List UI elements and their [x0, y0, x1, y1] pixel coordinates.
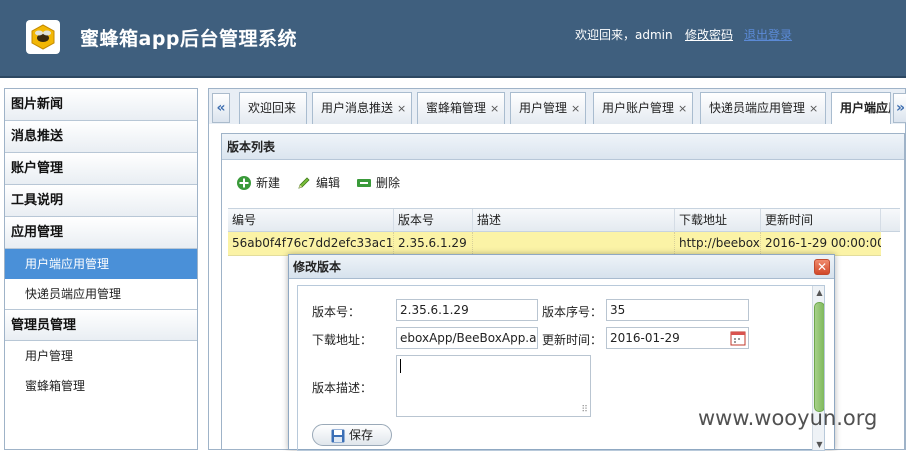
close-icon[interactable]: × — [809, 102, 818, 115]
logout-link[interactable]: 退出登录 — [744, 26, 792, 43]
scroll-up-icon[interactable]: ▲ — [813, 286, 824, 300]
tab-label: 欢迎回来 — [248, 101, 297, 115]
save-button-label: 保存 — [349, 428, 374, 442]
cell-version: 2.35.6.1.29 — [394, 232, 473, 256]
version-seq-input[interactable]: 35 — [606, 299, 749, 321]
tab-scroll-right-button[interactable]: » — [893, 93, 906, 123]
calendar-icon[interactable] — [730, 330, 746, 346]
change-password-link[interactable]: 修改密码 — [685, 26, 733, 43]
watermark: www.wooyun.org — [698, 406, 878, 430]
column-header-update-time[interactable]: 更新时间 — [761, 209, 881, 233]
add-icon — [237, 176, 251, 190]
app-title: 蜜蜂箱app后台管理系统 — [80, 28, 298, 50]
cell-id: 56ab0f4f76c7dd2efc33ac13 — [228, 232, 394, 256]
tab-user-app-management[interactable]: 用户端应用 — [831, 92, 891, 125]
app-header: 蜜蜂箱app后台管理系统 欢迎回来，admin 修改密码 退出登录 — [0, 0, 906, 78]
tab-label: 用户管理 — [519, 101, 568, 115]
sidebar-group-tool-instructions[interactable]: 工具说明 — [5, 185, 197, 217]
download-url-label: 下载地址： — [312, 333, 373, 347]
tab-label: 用户端应用 — [840, 101, 890, 115]
tab-label: 用户消息推送 — [321, 101, 394, 115]
column-header-description[interactable]: 描述 — [473, 209, 675, 233]
tab-label: 蜜蜂箱管理 — [426, 101, 487, 115]
update-time-value: 2016-01-29 — [610, 331, 680, 345]
cell-download-url: http://beebox — [675, 232, 761, 256]
new-button[interactable]: 新建 — [236, 174, 280, 192]
sidebar-group-picture-news[interactable]: 图片新闻 — [5, 89, 197, 121]
sidebar-item-user-management[interactable]: 用户管理 — [5, 341, 197, 371]
tab-user-management[interactable]: 用户管理 × — [510, 92, 586, 125]
update-time-input[interactable]: 2016-01-29 — [606, 327, 749, 349]
sidebar-group-app-management[interactable]: 应用管理 — [5, 217, 197, 249]
cell-update-time: 2016-1-29 00:00:00 — [765, 236, 881, 250]
description-textarea[interactable]: ⠿ — [396, 355, 591, 417]
update-time-label: 更新时间： — [542, 333, 603, 347]
close-icon[interactable]: ✕ — [814, 259, 830, 275]
grid-toolbar: 新建 编辑 删除 — [228, 168, 900, 198]
sidebar-item-user-app-management[interactable]: 用户端应用管理 — [5, 249, 197, 279]
resize-grip-icon[interactable]: ⠿ — [581, 406, 588, 415]
version-label: 版本号： — [312, 305, 361, 319]
tab-label: 快递员端应用管理 — [709, 101, 806, 115]
sidebar-group-admin-management[interactable]: 管理员管理 — [5, 309, 197, 341]
column-header-version[interactable]: 版本号 — [394, 209, 473, 233]
minus-icon — [357, 179, 371, 187]
close-icon[interactable]: × — [571, 102, 580, 115]
tab-user-message-push[interactable]: 用户消息推送 × — [312, 92, 412, 125]
table-row[interactable]: 56ab0f4f76c7dd2efc33ac13 2.35.6.1.29 htt… — [228, 232, 881, 256]
close-icon[interactable]: × — [678, 102, 687, 115]
scroll-down-icon[interactable]: ▼ — [813, 438, 824, 450]
column-header-download-url[interactable]: 下载地址 — [675, 209, 761, 233]
tab-label: 用户账户管理 — [602, 101, 675, 115]
download-url-input[interactable]: eboxApp/BeeBoxApp.apk — [396, 327, 538, 349]
tab-bar: « 欢迎回来 用户消息推送 × 蜜蜂箱管理 × 用户管理 × 用户账户管理 × 快递员端… — [208, 88, 906, 125]
description-label: 版本描述： — [312, 381, 373, 395]
floppy-disk-icon — [331, 429, 345, 443]
column-header-id[interactable]: 编号 — [228, 209, 394, 233]
close-icon[interactable]: × — [397, 102, 406, 115]
tab-scroll-left-button[interactable]: « — [212, 93, 230, 123]
delete-button[interactable]: 删除 — [356, 174, 400, 192]
sidebar: 图片新闻 消息推送 账户管理 工具说明 应用管理 用户端应用管理 快递员端应用管… — [4, 88, 198, 450]
scrollbar-thumb[interactable] — [814, 302, 824, 412]
version-seq-label: 版本序号： — [542, 305, 603, 319]
cell-description — [473, 232, 675, 256]
grid-header-row: 编号 版本号 描述 下载地址 更新时间 — [228, 208, 900, 233]
text-caret — [400, 359, 401, 373]
welcome-text: 欢迎回来，admin — [575, 28, 673, 42]
sidebar-item-beebox-management[interactable]: 蜜蜂箱管理 — [5, 371, 197, 401]
save-button[interactable]: 保存 — [312, 424, 392, 446]
tab-courier-app-management[interactable]: 快递员端应用管理 × — [700, 92, 826, 125]
panel-title: 版本列表 — [222, 134, 904, 160]
pencil-icon — [298, 177, 310, 189]
version-grid: 编号 版本号 描述 下载地址 更新时间 56ab0f4f76c7dd2efc33… — [228, 208, 900, 256]
version-input[interactable]: 2.35.6.1.29 — [396, 299, 538, 321]
sidebar-group-message-push[interactable]: 消息推送 — [5, 121, 197, 153]
sidebar-item-courier-app-management[interactable]: 快递员端应用管理 — [5, 279, 197, 309]
tab-welcome[interactable]: 欢迎回来 — [239, 92, 307, 125]
tab-user-account-management[interactable]: 用户账户管理 × — [593, 92, 693, 125]
edit-button[interactable]: 编辑 — [296, 174, 340, 192]
app-logo-icon — [26, 20, 60, 54]
close-icon[interactable]: × — [490, 102, 499, 115]
sidebar-group-account-management[interactable]: 账户管理 — [5, 153, 197, 185]
dialog-title: 修改版本 — [289, 255, 834, 279]
tab-beebox-management[interactable]: 蜜蜂箱管理 × — [417, 92, 505, 125]
